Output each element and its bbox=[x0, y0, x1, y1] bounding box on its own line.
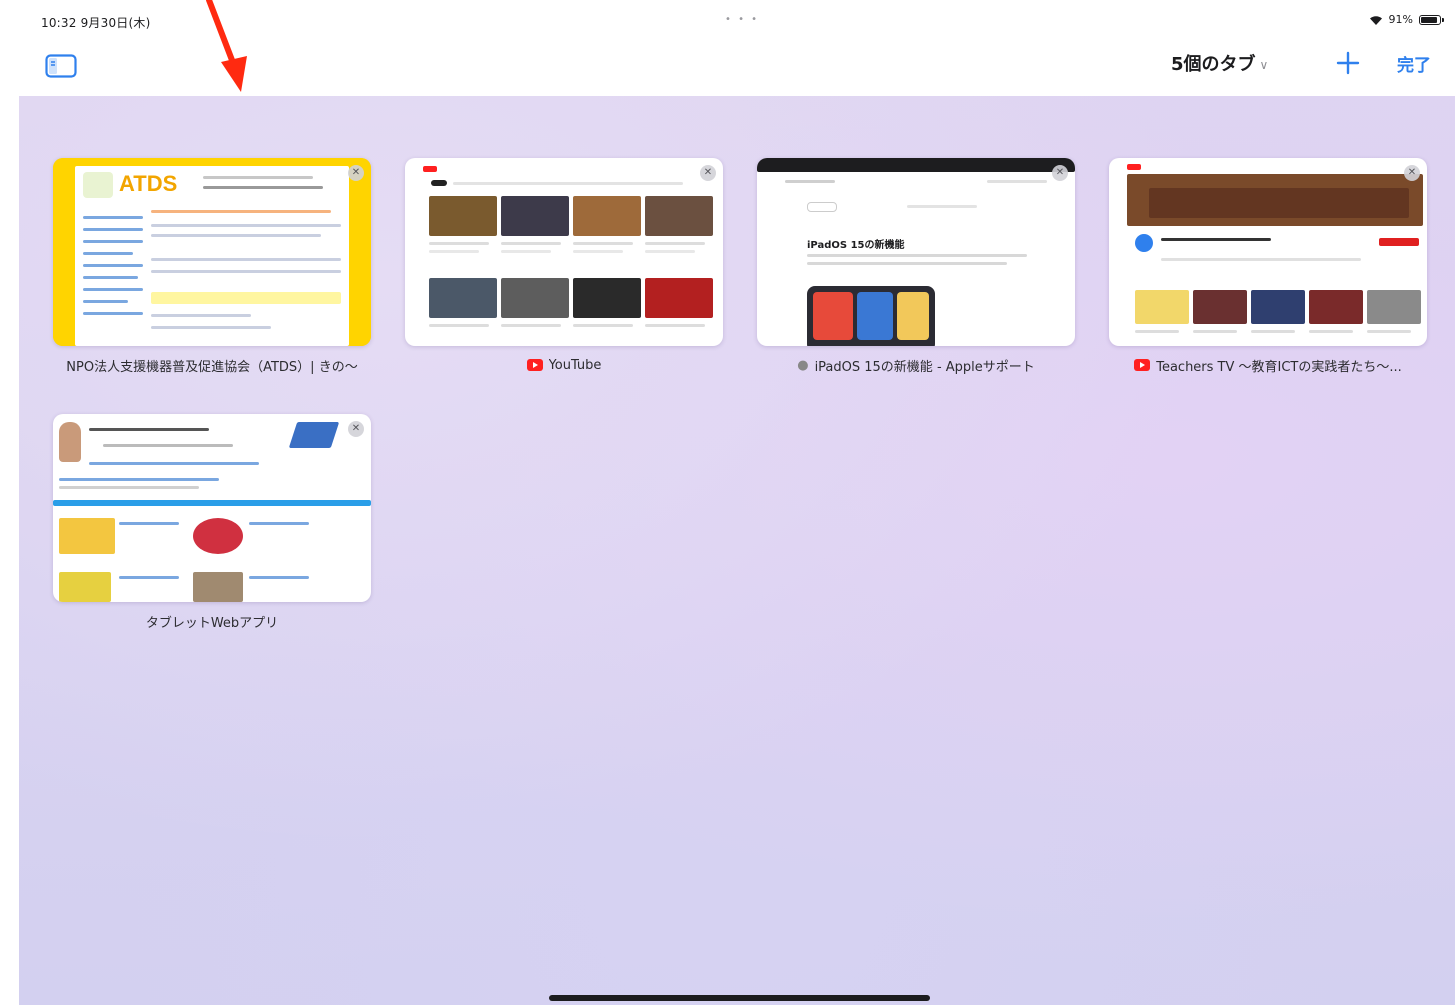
tab-count-label: 5個のタブ bbox=[1171, 54, 1256, 75]
annotation-arrow-icon bbox=[206, 0, 247, 92]
tab-title: Teachers TV ～教育ICTの実践者たち～... bbox=[1109, 356, 1427, 374]
tab-title: タブレットWebアプリ bbox=[53, 612, 371, 631]
left-edge bbox=[0, 0, 19, 1005]
atds-logo: ATDS bbox=[119, 171, 178, 196]
close-tab-icon[interactable]: ✕ bbox=[348, 421, 364, 437]
new-tab-plus-icon[interactable] bbox=[1334, 49, 1362, 77]
apple-icon: ● bbox=[797, 357, 809, 373]
tab-thumbnail: iPadOS 15の新機能 ✕ bbox=[757, 158, 1075, 346]
tab-title: YouTube bbox=[405, 356, 723, 374]
done-button[interactable]: 完了 bbox=[1397, 51, 1431, 76]
close-tab-icon[interactable]: ✕ bbox=[1404, 165, 1420, 181]
youtube-icon bbox=[1134, 359, 1151, 371]
safari-tab-overview: 10:32 9月30日(木) • • • 91% 5個のタブ ∨ 完了 ATDS… bbox=[0, 0, 1455, 1005]
status-time: 10:32 9月30日(木) bbox=[41, 16, 151, 30]
tab-title: NPO法人支援機器普及促進協会（ATDS）| きの～ bbox=[53, 356, 371, 375]
tab-title-text: NPO法人支援機器普及促進協会（ATDS）| きの～ bbox=[66, 359, 358, 375]
tab-title: ● iPadOS 15の新機能 - Appleサポート bbox=[757, 356, 1075, 375]
chevron-down-icon: ∨ bbox=[1259, 57, 1269, 72]
tab-thumbnail: ✕ bbox=[1109, 158, 1427, 346]
tab-card-tablet-web-app[interactable]: ✕ タブレットWebアプリ bbox=[53, 414, 371, 630]
tab-thumbnail: ATDS ✕ bbox=[53, 158, 371, 346]
tab-title-text: YouTube bbox=[548, 357, 602, 373]
close-tab-icon[interactable]: ✕ bbox=[348, 165, 364, 181]
tab-title-text: Teachers TV ～教育ICTの実践者たち～... bbox=[1156, 359, 1402, 375]
tab-thumbnail: ✕ bbox=[405, 158, 723, 346]
status-indicators: 91% bbox=[1369, 13, 1444, 26]
tab-title-text: タブレットWebアプリ bbox=[145, 615, 279, 631]
youtube-icon bbox=[526, 359, 543, 371]
tab-grid: ATDS ✕ NPO法人支援機器普及促進協会（ATDS）| きの～ ✕ YouT… bbox=[19, 96, 1455, 1005]
tab-count-menu[interactable]: 5個のタブ ∨ bbox=[1171, 50, 1268, 76]
sidebar-icon[interactable] bbox=[45, 54, 77, 78]
tab-card-ipados[interactable]: iPadOS 15の新機能 ✕ ● iPadOS 15の新機能 - Appleサ… bbox=[757, 158, 1075, 374]
wifi-icon bbox=[1369, 15, 1382, 25]
tab-card-atds[interactable]: ATDS ✕ NPO法人支援機器普及促進協会（ATDS）| きの～ bbox=[53, 158, 371, 374]
battery-percent: 91% bbox=[1388, 13, 1413, 26]
battery-icon bbox=[1419, 14, 1444, 25]
tab-card-youtube[interactable]: ✕ YouTube bbox=[405, 158, 723, 374]
ipados-heading: iPadOS 15の新機能 bbox=[807, 240, 905, 251]
home-indicator[interactable] bbox=[549, 995, 930, 1001]
close-tab-icon[interactable]: ✕ bbox=[1052, 165, 1068, 181]
multitasking-dots[interactable]: • • • bbox=[725, 14, 759, 25]
tab-title-text: iPadOS 15の新機能 - Appleサポート bbox=[814, 359, 1035, 375]
close-tab-icon[interactable]: ✕ bbox=[700, 165, 716, 181]
tab-thumbnail: ✕ bbox=[53, 414, 371, 602]
tab-card-teachers-tv[interactable]: ✕ Teachers TV ～教育ICTの実践者たち～... bbox=[1109, 158, 1427, 374]
